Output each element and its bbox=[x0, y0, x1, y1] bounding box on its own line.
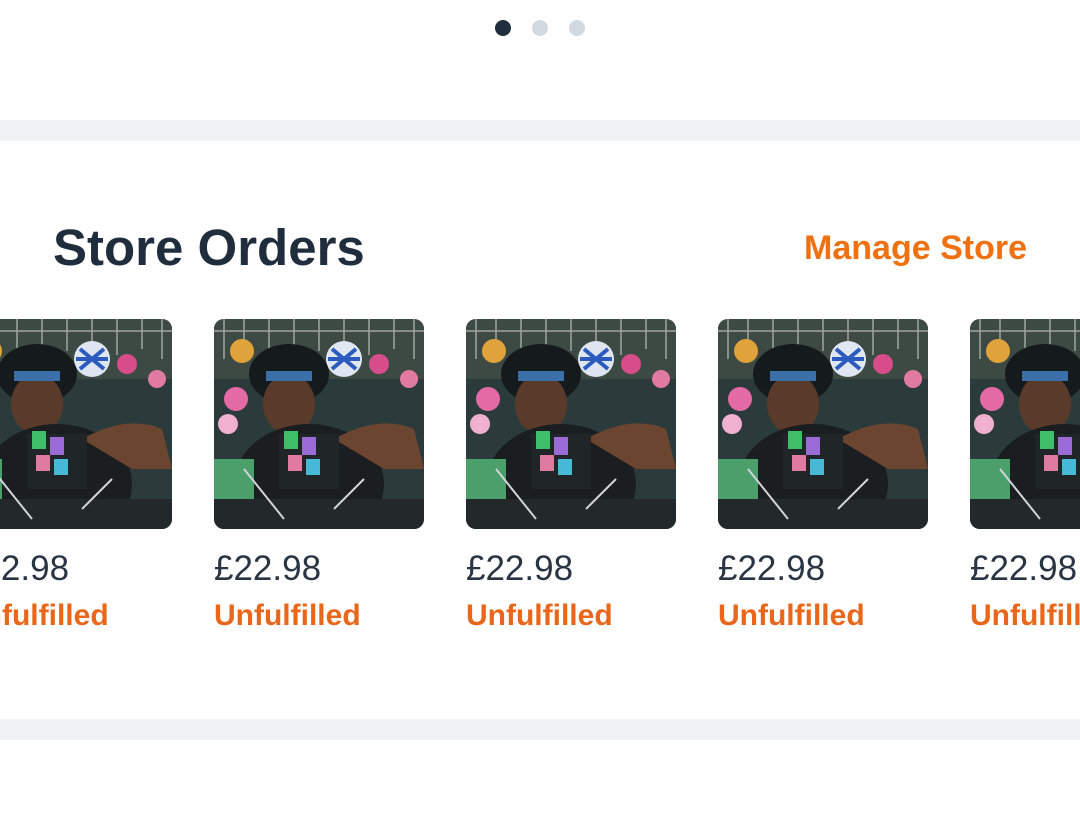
order-price: £22.98 bbox=[466, 549, 574, 588]
order-price: £22.98 bbox=[214, 549, 322, 588]
order-status: Unfulfilled bbox=[214, 599, 361, 632]
product-photo-icon bbox=[718, 319, 928, 529]
pagination-dot-1[interactable] bbox=[495, 20, 511, 36]
order-card[interactable]: £22.98 Unfulfilled bbox=[0, 319, 172, 639]
order-status: Unfulfilled bbox=[0, 599, 109, 632]
order-status: Unfulfilled bbox=[466, 599, 613, 632]
section-title: Store Orders bbox=[53, 219, 365, 276]
product-photo-icon bbox=[214, 319, 424, 529]
order-status: Unfulfilled bbox=[970, 599, 1080, 632]
product-photo-icon bbox=[0, 319, 172, 529]
pagination-dot-2[interactable] bbox=[532, 20, 548, 36]
pagination-dot-3[interactable] bbox=[569, 20, 585, 36]
carousel-pagination bbox=[0, 20, 1080, 38]
product-photo-icon bbox=[466, 319, 676, 529]
section-divider bbox=[0, 719, 1080, 740]
order-card[interactable]: £22.98 Unfulfilled bbox=[214, 319, 424, 639]
order-card[interactable]: £22.98 Unfulfilled bbox=[718, 319, 928, 639]
section-divider bbox=[0, 120, 1080, 141]
manage-store-link[interactable]: Manage Store bbox=[804, 226, 1027, 270]
store-orders-screen: Store Orders Manage Store £22.98 Unfulfi… bbox=[0, 0, 1080, 819]
product-photo-icon bbox=[970, 319, 1080, 529]
order-price: £22.98 bbox=[0, 549, 70, 588]
order-card[interactable]: £22.98 Unfulfilled bbox=[466, 319, 676, 639]
order-price: £22.98 bbox=[970, 549, 1078, 588]
order-price: £22.98 bbox=[718, 549, 826, 588]
order-status: Unfulfilled bbox=[718, 599, 865, 632]
order-card[interactable]: £22.98 Unfulfilled bbox=[970, 319, 1080, 639]
